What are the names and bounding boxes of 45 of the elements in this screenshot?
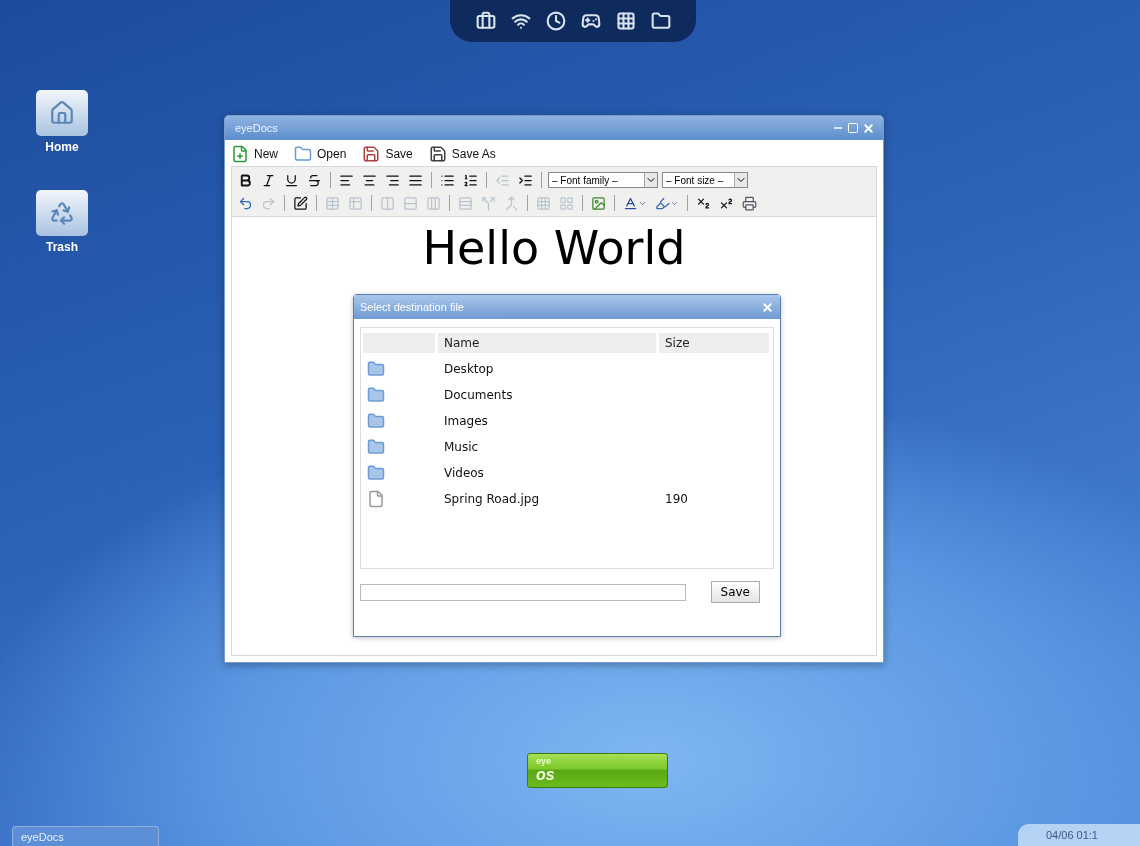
file-name[interactable]: Music [438,440,656,454]
folder-icon [294,145,312,163]
font-color-icon [623,195,638,211]
folder-icon [367,412,385,430]
close-icon[interactable] [862,121,875,135]
folder-icon [367,464,385,482]
column-header[interactable]: Size [659,333,769,353]
file-action-button[interactable]: Save As [428,145,496,163]
edit-table-button[interactable] [291,193,310,213]
desktop-icon-label[interactable]: Trash [46,240,78,254]
file-name-field[interactable] [360,583,686,601]
apps-icon[interactable] [615,11,636,31]
file-action-button[interactable]: New [231,145,278,163]
dialog-title: Select destination file [360,301,464,313]
file-icon [367,490,385,508]
desktop-icon-label[interactable]: Home [45,140,79,154]
file-size: 190 [664,492,689,506]
folder-icon [367,438,385,456]
document-heading: Hello World [421,221,687,275]
gamepad-icon[interactable] [580,11,601,31]
home-folder-icon[interactable] [36,90,88,136]
clock-text: 04/06 01:1 [1046,829,1098,841]
window-title: eyeDocs [235,122,278,134]
save-button[interactable]: Save [710,581,760,603]
folder-icon [367,360,385,378]
file-name[interactable]: Spring Road.jpg [438,492,656,506]
folder-icon [367,386,385,404]
clock-icon[interactable] [545,11,566,31]
file-name[interactable]: Videos [438,466,656,480]
file-action-button[interactable]: Save [362,145,413,163]
font-family-select[interactable]: – Font family – [548,172,658,188]
highlighter-icon [655,195,670,211]
maximize-icon[interactable] [847,121,859,134]
close-button[interactable] [761,300,774,314]
wifi-icon[interactable] [510,11,531,31]
column-header[interactable]: Name [438,333,656,353]
file-action-button[interactable]: Open [294,145,347,163]
trash-icon[interactable] [36,190,88,236]
file-name[interactable]: Documents [438,388,656,402]
folder-icon[interactable] [650,11,671,31]
file-name[interactable]: Desktop [438,362,656,376]
file-name[interactable]: Images [438,414,656,428]
briefcase-icon[interactable] [475,11,496,31]
new-document-icon [231,145,249,163]
font-size-select[interactable]: – Font size – [662,172,748,188]
